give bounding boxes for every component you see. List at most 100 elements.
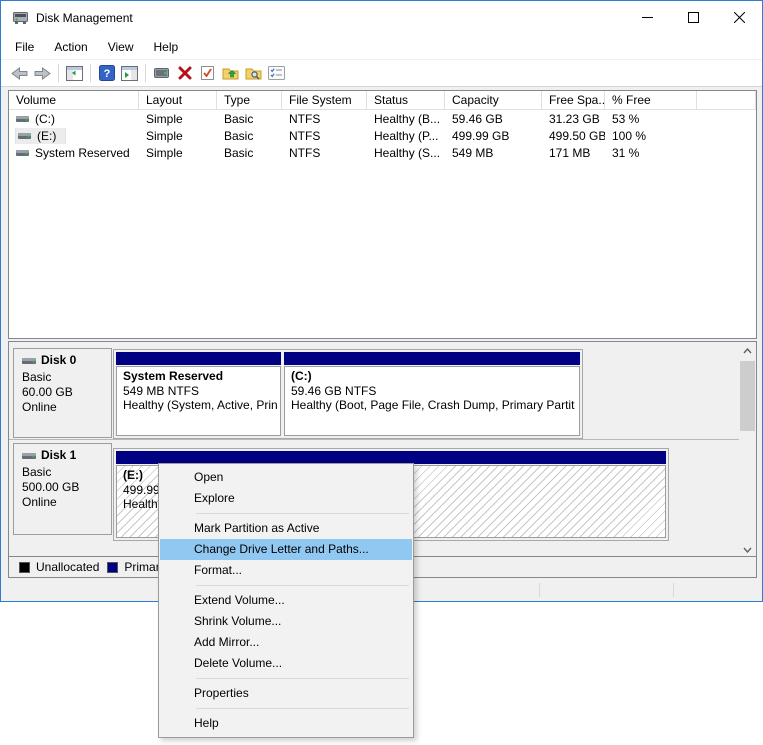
menu-action[interactable]: Action [45,36,96,58]
column-header-filesystem[interactable]: File System [282,91,367,109]
volume-row-system-reserved[interactable]: System Reserved Simple Basic NTFS Health… [9,144,756,161]
cell-pct: 53 % [612,111,640,126]
partition-name: System Reserved [123,369,224,383]
partition-system-reserved[interactable]: System Reserved 549 MB NTFS Healthy (Sys… [116,352,281,436]
volume-name: System Reserved [35,145,130,160]
close-button[interactable] [716,1,762,34]
disk0-label[interactable]: Disk 0 Basic 60.00 GB Online [13,348,112,438]
show-action-pane-button[interactable] [118,62,141,85]
delete-volume-button[interactable] [173,62,196,85]
title-bar: Disk Management [1,1,762,34]
primary-partition-bar [116,352,281,365]
legend-unallocated: Unallocated [19,560,99,574]
menu-view[interactable]: View [99,36,143,58]
cell-free: 31.23 GB [549,111,600,126]
menu-item-format[interactable]: Format... [160,560,412,581]
cell-fs: NTFS [289,111,321,126]
console-window-button[interactable] [150,62,173,85]
menu-file[interactable]: File [6,36,43,58]
menu-item-delete-volume[interactable]: Delete Volume... [160,653,412,674]
show-console-tree-button[interactable] [63,62,86,85]
column-header-pctfree[interactable]: % Free [605,91,697,109]
disk1-label[interactable]: Disk 1 Basic 500.00 GB Online [13,443,112,535]
menu-item-explore[interactable]: Explore [160,488,412,509]
cell-free: 499.50 GB [549,128,605,143]
disk-size: 500.00 GB [22,480,80,494]
disk-status: Online [22,495,57,509]
column-header-capacity[interactable]: Capacity [445,91,542,109]
open-button[interactable] [219,62,242,85]
menu-item-help[interactable]: Help [160,713,412,734]
menu-item-properties[interactable]: Properties [160,683,412,704]
folder-up-icon [222,68,239,79]
partition-size: 59.46 GB NTFS [291,383,377,398]
partition-c[interactable]: (C:) 59.46 GB NTFS Healthy (Boot, Page F… [284,352,580,436]
menu-item-extend-volume[interactable]: Extend Volume... [160,590,412,611]
forward-button[interactable] [31,62,54,85]
cell-type: Basic [224,111,254,126]
action-pane-icon [121,65,138,81]
volume-list-header: Volume Layout Type File System Status Ca… [9,91,756,110]
volume-row-c[interactable]: (C:) Simple Basic NTFS Healthy (B... 59.… [9,110,756,127]
menu-item-open[interactable]: Open [160,467,412,488]
statusbar-divider [539,583,540,597]
cell-status: Healthy (B... [374,111,441,126]
disk-type: Basic [22,370,52,384]
disk-icon [22,357,36,364]
delete-icon [178,66,191,80]
primary-partition-bar [284,352,580,365]
disk-status: Online [22,400,57,414]
volume-name: (E:) [37,128,57,143]
check-document-icon [201,66,214,80]
scroll-up-arrow[interactable] [739,343,756,358]
vertical-scrollbar[interactable] [739,342,756,558]
legend-label: Unallocated [36,560,100,574]
menu-item-add-mirror[interactable]: Add Mirror... [160,632,412,653]
cell-layout: Simple [146,145,183,160]
console-window-icon [154,67,169,78]
volume-row-e[interactable]: (E:) Simple Basic NTFS Healthy (P... 499… [9,127,756,144]
menu-item-shrink-volume[interactable]: Shrink Volume... [160,611,412,632]
menu-help[interactable]: Help [145,36,188,58]
scrollbar-thumb[interactable] [740,361,755,431]
help-icon: ? [98,65,115,81]
window-title: Disk Management [36,10,133,25]
menu-separator [196,513,409,514]
primary-swatch [107,561,119,573]
volume-list-pane: Volume Layout Type File System Status Ca… [8,90,757,339]
minimize-button[interactable] [624,1,670,34]
properties-list-button[interactable] [265,62,288,85]
cell-pct: 31 % [612,145,640,160]
help-button[interactable]: ? [95,62,118,85]
column-header-status[interactable]: Status [367,91,445,109]
cell-status: Healthy (P... [374,128,439,143]
toolbar: ? [1,60,762,87]
screen: Disk Management File Action View Help ? … [0,0,763,745]
statusbar-divider [673,583,674,597]
back-button[interactable] [8,62,31,85]
scroll-down-arrow[interactable] [739,542,756,557]
forward-icon [34,66,51,80]
cell-layout: Simple [146,128,183,143]
menu-item-change-drive-letter[interactable]: Change Drive Letter and Paths... [160,539,412,560]
maximize-button[interactable] [670,1,716,34]
console-tree-icon [66,65,83,81]
column-header-type[interactable]: Type [217,91,282,109]
column-header-volume[interactable]: Volume [9,91,139,109]
context-menu: Open Explore Mark Partition as Active Ch… [158,463,414,738]
folder-search-icon [245,68,262,79]
volume-disk-icon [16,149,29,156]
column-header-layout[interactable]: Layout [139,91,217,109]
focused-volume: (E:) [14,127,67,144]
cell-fs: NTFS [289,128,321,143]
unallocated-swatch [19,561,30,573]
mark-check-button[interactable] [196,62,219,85]
cell-free: 171 MB [549,145,591,160]
cell-type: Basic [224,128,254,143]
explore-button[interactable] [242,62,265,85]
column-header-freespace[interactable]: Free Spa... [542,91,605,109]
cell-layout: Simple [146,111,183,126]
cell-pct: 100 % [612,128,647,143]
disk-type: Basic [22,465,52,479]
menu-item-mark-partition-active[interactable]: Mark Partition as Active [160,518,412,539]
